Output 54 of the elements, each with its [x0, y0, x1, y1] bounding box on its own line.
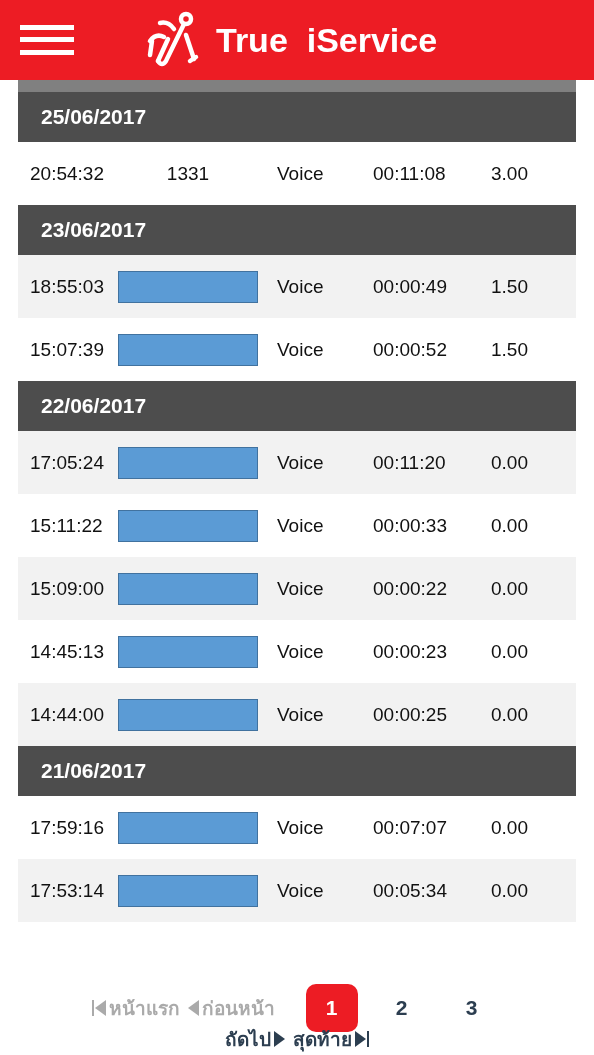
call-type: Voice: [276, 514, 325, 537]
call-duration: 00:11:20: [372, 451, 447, 474]
call-type: Voice: [276, 338, 325, 361]
call-type: Voice: [276, 703, 325, 726]
call-duration: 00:00:22: [372, 577, 448, 600]
call-time: 17:59:16: [29, 816, 105, 839]
page-button[interactable]: 2: [375, 984, 428, 1032]
call-type: Voice: [276, 275, 325, 298]
call-time: 18:55:03: [29, 275, 105, 298]
call-time: 15:07:39: [29, 338, 105, 361]
call-duration: 00:00:52: [372, 338, 448, 361]
call-type: Voice: [276, 451, 325, 474]
date-text: 25/06/2017: [41, 105, 147, 129]
call-amount: 3.00: [490, 162, 529, 185]
call-duration: 00:00:23: [372, 640, 448, 663]
last-page-icon: [355, 1031, 369, 1047]
call-number: 1331: [165, 162, 211, 185]
call-time: 15:09:00: [29, 577, 105, 600]
call-time: 20:54:32: [29, 162, 105, 185]
call-duration: 00:11:08: [372, 162, 447, 185]
call-time: 17:53:14: [29, 879, 105, 902]
call-type: Voice: [276, 640, 325, 663]
call-duration: 00:07:07: [372, 816, 448, 839]
date-text: 21/06/2017: [41, 759, 147, 783]
call-type: Voice: [276, 816, 325, 839]
page-button[interactable]: 3: [445, 984, 498, 1032]
date-text: 23/06/2017: [41, 218, 147, 242]
call-amount: 0.00: [490, 816, 529, 839]
call-amount: 0.00: [490, 703, 529, 726]
call-amount: 0.00: [490, 514, 529, 537]
call-amount: 1.50: [490, 338, 529, 361]
call-type: Voice: [276, 162, 325, 185]
call-duration: 00:00:33: [372, 514, 448, 537]
call-amount: 0.00: [490, 451, 529, 474]
call-time: 14:45:13: [29, 640, 105, 663]
next-page-link[interactable]: ถัดไป: [225, 1024, 285, 1054]
call-duration: 00:00:49: [372, 275, 448, 298]
first-page-icon: [91, 1000, 106, 1016]
call-time: 14:44:00: [29, 703, 105, 726]
call-time: 17:05:24: [29, 451, 105, 474]
previous-icon: [187, 1000, 199, 1016]
date-text: 22/06/2017: [41, 394, 147, 418]
menu-icon[interactable]: [20, 25, 74, 55]
call-time: 15:11:22: [29, 514, 104, 537]
call-type: Voice: [276, 577, 325, 600]
call-amount: 1.50: [490, 275, 529, 298]
call-duration: 00:00:25: [372, 703, 448, 726]
call-type: Voice: [276, 879, 325, 902]
call-amount: 0.00: [490, 640, 529, 663]
call-amount: 0.00: [490, 879, 529, 902]
next-icon: [274, 1031, 285, 1047]
app-title: True iService: [216, 20, 438, 60]
call-duration: 00:05:34: [372, 879, 448, 902]
call-amount: 0.00: [490, 577, 529, 600]
